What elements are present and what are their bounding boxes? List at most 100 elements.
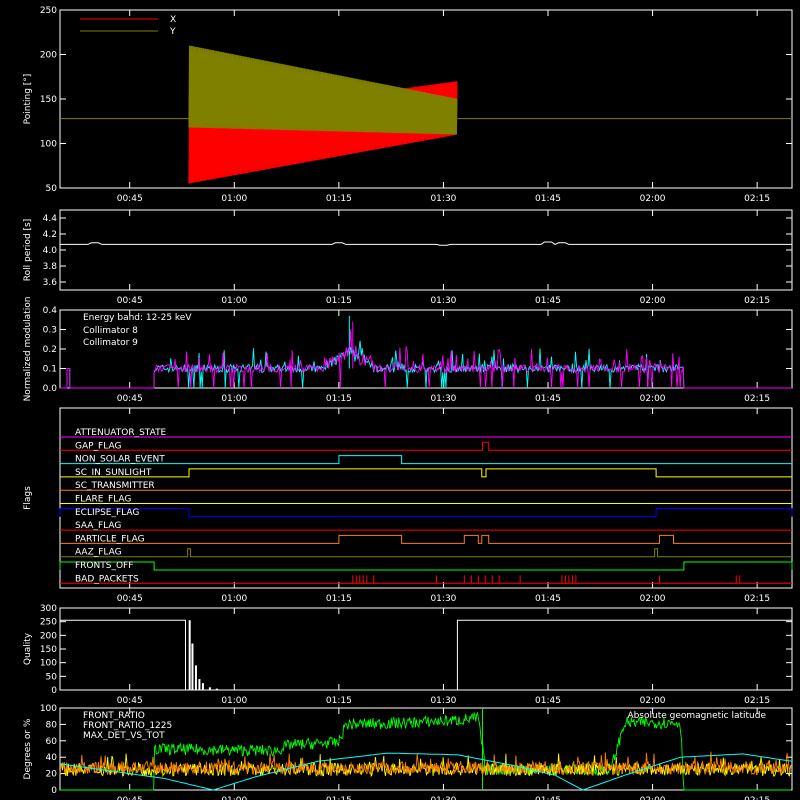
x-tick-label: 00:45 <box>117 796 143 800</box>
x-tick-label: 02:15 <box>744 194 770 204</box>
x-tick-label: 01:15 <box>326 696 352 706</box>
y-tick-label: 150 <box>40 645 57 655</box>
x-tick-label: 01:15 <box>326 296 352 306</box>
x-tick-label: 02:00 <box>640 696 666 706</box>
legend-label-front-ratio: FRONT_RATIO <box>83 711 145 721</box>
flag-label-sc-transmitter: SC_TRANSMITTER <box>75 481 155 491</box>
legend-label-collimator-8: Collimator 8 <box>83 326 138 336</box>
y-tick-label: 50 <box>46 184 58 194</box>
pointing-panel: 00:45 01:00 01:15 01:30 01:45 02:00 02:15 50 100… <box>23 6 793 204</box>
x-tick-label: 01:00 <box>221 696 247 706</box>
flag-line <box>60 468 792 478</box>
x-tick-label: 02:15 <box>744 296 770 306</box>
legend-label-front-ratio-1225: FRONT_RATIO_1225 <box>83 721 172 731</box>
flag-line <box>60 534 792 544</box>
legend-label-y: Y <box>169 27 176 37</box>
flag-label-eclipse-flag: ECLIPSE_FLAG <box>75 508 139 518</box>
x-tick-label: 01:00 <box>221 394 247 404</box>
flag-label-flare-flag: FLARE_FLAG <box>75 495 131 505</box>
y-tick-label: 0.0 <box>43 384 58 394</box>
x-tick-label: 01:15 <box>326 796 352 800</box>
y-tick-label: 200 <box>40 51 57 61</box>
panel-frame <box>59 209 793 291</box>
flag-label-aaz-flag: AAZ_FLAG <box>75 548 122 558</box>
flag-label-attenuator-state: ATTENUATOR_STATE <box>75 428 167 438</box>
legend-label-collimator-9: Collimator 9 <box>83 338 138 348</box>
flag-label-bad-packets: BAD_PACKETS <box>75 574 139 584</box>
y-tick-label: 0.3 <box>43 326 57 336</box>
x-tick-label: 02:00 <box>640 394 666 404</box>
y-tick-label: 60 <box>46 737 58 747</box>
quality-panel: 00:45 01:00 01:15 01:30 01:45 02:00 02:15 0 50 10… <box>23 604 793 706</box>
flag-line <box>59 508 793 518</box>
x-tick-label: 02:15 <box>744 796 770 800</box>
flags-panel: 00:45 01:00 01:15 01:30 01:45 02:00 02:15 Flags… <box>23 407 793 604</box>
y-axis-label: Quality <box>23 632 33 665</box>
x-tick-label: 01:30 <box>430 394 456 404</box>
y-tick-label: 0.4 <box>43 306 58 316</box>
x-tick-label: 02:15 <box>744 394 770 404</box>
x-tick-label: 00:45 <box>117 296 143 306</box>
y-tick-label: 100 <box>40 659 57 669</box>
x-tick-label: 01:15 <box>326 194 352 204</box>
x-tick-label: 01:00 <box>221 194 247 204</box>
x-tick-label: 02:00 <box>640 194 666 204</box>
y-tick-label: 20 <box>46 770 58 780</box>
y-tick-label: 50 <box>46 672 58 682</box>
y-tick-label: 0.2 <box>43 345 57 355</box>
x-tick-label: 02:15 <box>744 696 770 706</box>
y-tick-label: 0 <box>51 786 57 796</box>
y-tick-label: 40 <box>46 753 58 763</box>
y-tick-label: 150 <box>40 95 57 105</box>
flag-line <box>59 561 793 571</box>
panel-frame <box>59 407 793 589</box>
y-axis-label: Pointing [°] <box>23 74 33 125</box>
x-tick-label: 02:00 <box>640 296 666 306</box>
x-tick-label: 00:45 <box>117 194 143 204</box>
y-tick-label: 4.0 <box>43 246 58 256</box>
x-tick-label: 00:45 <box>117 594 143 604</box>
flag-label-saa-flag: SAA_FLAG <box>75 521 121 531</box>
x-tick-label: 02:00 <box>640 796 666 800</box>
y-tick-label: 80 <box>46 720 58 730</box>
x-tick-label: 01:30 <box>430 796 456 800</box>
flag-label-fronts-off: FRONTS_OFF <box>75 561 133 571</box>
flag-label-non-solar-event: NON_SOLAR_EVENT <box>75 455 165 465</box>
y-tick-label: 4.4 <box>43 214 58 224</box>
x-tick-label: 00:45 <box>117 696 143 706</box>
x-tick-label: 01:45 <box>535 796 561 800</box>
roll-period-panel: 00:45 01:00 01:15 01:30 01:45 02:00 02:15 3.6 3.… <box>23 209 793 306</box>
y-tick-label: 200 <box>40 631 57 641</box>
x-tick-label: 01:45 <box>535 296 561 306</box>
ratios-panel: 00:45 01:00 01:15 01:30 01:45 02:00 02:15 0 20 40… <box>23 704 793 800</box>
x-tick-label: 01:00 <box>221 796 247 800</box>
x-tick-label: 01:00 <box>221 296 247 306</box>
x-tick-label: 01:30 <box>430 696 456 706</box>
y-axis-label: Degrees or % <box>23 718 33 779</box>
x-tick-label: 01:30 <box>430 194 456 204</box>
geomagnetic-latitude-label: Absolute geomagnetic latitude <box>627 711 766 721</box>
y-tick-label: 250 <box>40 618 57 628</box>
y-tick-label: 3.8 <box>43 262 58 272</box>
x-tick-label: 01:45 <box>535 194 561 204</box>
flag-label-sc-in-sunlight: SC_IN_SUNLIGHT <box>75 468 152 478</box>
quality-line <box>60 619 792 691</box>
x-tick-label: 01:30 <box>430 594 456 604</box>
x-tick-label: 01:30 <box>430 296 456 306</box>
flag-label-particle-flag: PARTICLE_FLAG <box>75 534 145 544</box>
x-tick-label: 01:00 <box>221 594 247 604</box>
y-axis-label: Normalized modulation <box>23 297 33 402</box>
x-tick-label: 01:45 <box>535 696 561 706</box>
multi-panel-figure: 00:45 01:00 01:15 01:30 01:45 02:00 02:15 50 100… <box>23 6 793 800</box>
y-tick-label: 0 <box>51 686 57 696</box>
y-tick-label: 100 <box>40 704 57 714</box>
flag-line <box>60 455 792 465</box>
flag-line <box>60 441 792 451</box>
x-tick-label: 01:45 <box>535 394 561 404</box>
x-tick-label: 01:15 <box>326 594 352 604</box>
y-axis-label: Roll period [s] <box>23 219 33 281</box>
y-tick-label: 0.1 <box>43 365 57 375</box>
energy-band-label: Energy band: 12-25 keV <box>83 313 192 323</box>
legend-label-max-det-vs-tot: MAX_DET_VS_TOT <box>83 731 165 741</box>
y-tick-label: 100 <box>40 140 57 150</box>
